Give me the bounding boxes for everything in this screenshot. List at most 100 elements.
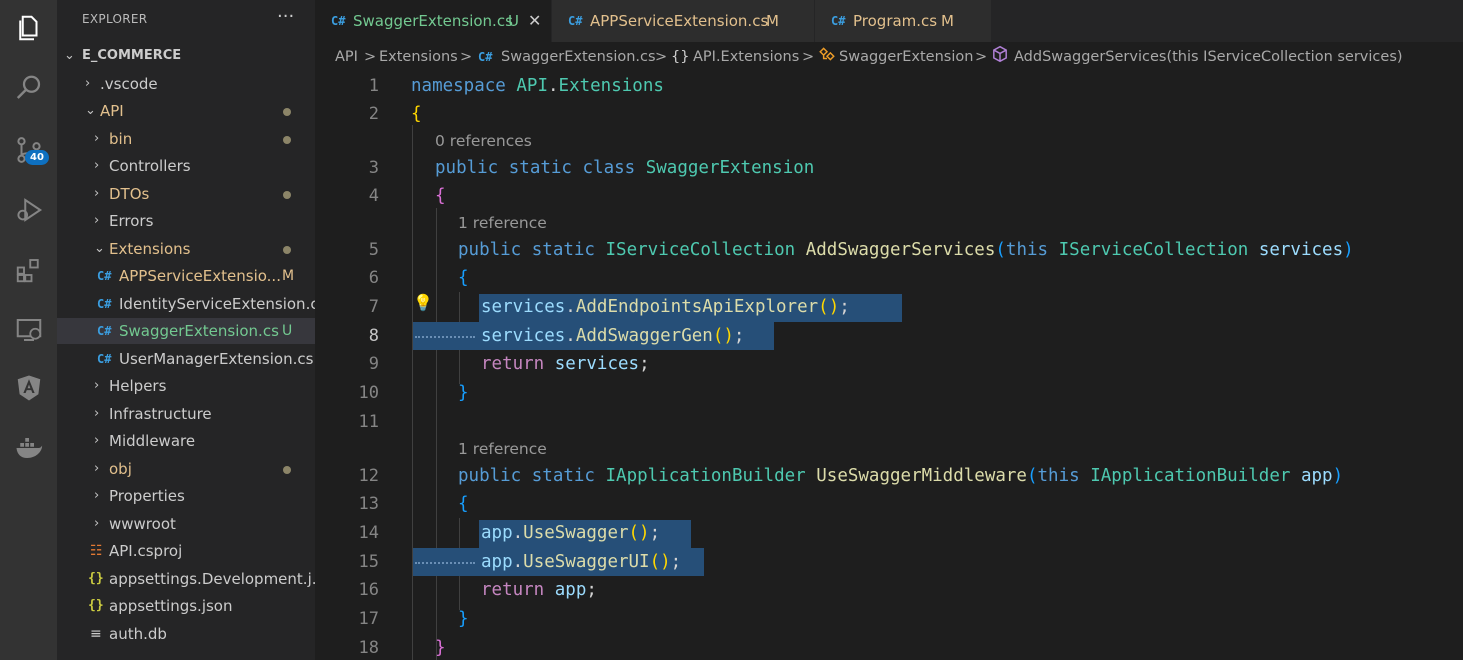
breadcrumb-item[interactable]: API.Extensions xyxy=(693,42,799,72)
tree-item-bin[interactable]: › bin xyxy=(57,126,315,152)
tree-item-infrastructure[interactable]: › Infrastructure xyxy=(57,401,315,427)
tree-item-swaggerextension[interactable]: C# SwaggerExtension.cs U xyxy=(57,318,315,344)
codelens-references[interactable]: 0 references xyxy=(435,129,532,153)
tab-appserviceextension[interactable]: C# APPServiceExtension.cs M xyxy=(552,0,815,42)
chevron-right-icon: › xyxy=(94,461,100,476)
code-line: public static IServiceCollection AddSwag… xyxy=(458,240,1354,260)
tree-item-properties[interactable]: › Properties xyxy=(57,483,315,509)
tab-swaggerextension[interactable]: C# SwaggerExtension.cs U ✕ xyxy=(315,0,552,42)
tree-item-helpers[interactable]: › Helpers xyxy=(57,373,315,399)
chevron-right-icon: › xyxy=(94,186,100,201)
tree-item-api-csproj[interactable]: ☷ API.csproj xyxy=(57,538,315,564)
tree-item-api[interactable]: ⌄ API xyxy=(57,98,315,124)
code-line: namespace API.Extensions xyxy=(411,76,664,96)
breadcrumb-item[interactable]: Extensions xyxy=(379,42,458,72)
line-number: 11 xyxy=(358,412,379,432)
code-line: { xyxy=(411,104,422,124)
line-number-current: 8 xyxy=(368,326,379,346)
chevron-right-icon: > xyxy=(975,49,988,65)
breadcrumb-item[interactable]: API xyxy=(335,42,358,72)
line-number: 2 xyxy=(368,104,379,124)
tree-item-appsettings-development[interactable]: {} appsettings.Development.j... xyxy=(57,566,326,592)
tree-item-extensions[interactable]: ⌄ Extensions xyxy=(57,236,315,262)
line-number: 16 xyxy=(358,580,379,600)
line-number: 7 xyxy=(368,297,379,317)
class-icon xyxy=(818,44,836,74)
chevron-right-icon: › xyxy=(94,433,100,448)
tree-item-errors[interactable]: › Errors xyxy=(57,208,315,234)
codelens-references[interactable]: 1 reference xyxy=(458,211,547,235)
code-line: services.AddSwaggerGen(); xyxy=(481,326,745,346)
code-line: public static IApplicationBuilder UseSwa… xyxy=(458,466,1344,486)
whitespace-dots xyxy=(415,336,475,338)
chevron-right-icon: > xyxy=(460,49,473,65)
chevron-right-icon: › xyxy=(94,158,100,173)
chevron-right-icon: > xyxy=(364,49,377,65)
chevron-down-icon: ⌄ xyxy=(94,241,105,256)
code-line: services.AddEndpointsApiExplorer(); xyxy=(481,297,850,317)
method-icon xyxy=(991,44,1009,74)
lightbulb-icon[interactable]: 💡 xyxy=(413,293,433,312)
run-debug-icon[interactable] xyxy=(0,186,57,234)
code-line: { xyxy=(458,268,469,288)
whitespace-dots xyxy=(415,562,475,564)
chevron-right-icon: > xyxy=(802,49,815,65)
chevron-right-icon: › xyxy=(94,378,100,393)
tree-item-vscode[interactable]: › .vscode xyxy=(57,71,315,97)
close-icon[interactable]: ✕ xyxy=(528,0,541,42)
tree-item-wwwroot[interactable]: › wwwroot xyxy=(57,511,315,537)
indent-guide xyxy=(436,208,437,660)
chevron-right-icon: › xyxy=(94,488,100,503)
csharp-file-icon: C# xyxy=(568,14,583,28)
remote-explorer-icon[interactable] xyxy=(0,306,57,354)
line-number: 4 xyxy=(368,186,379,206)
breadcrumb-item[interactable]: SwaggerExtension xyxy=(839,42,973,72)
breadcrumb: API > Extensions > C# SwaggerExtension.c… xyxy=(315,42,1463,72)
angular-icon[interactable] xyxy=(0,364,57,412)
tree-item-auth-db[interactable]: ≡ auth.db xyxy=(57,621,315,647)
explorer-icon[interactable] xyxy=(0,4,57,52)
tree-item-identityserviceextension[interactable]: C# IdentityServiceExtension.cs xyxy=(57,291,326,317)
git-status-modified: M xyxy=(766,12,779,30)
tree-item-obj[interactable]: › obj xyxy=(57,456,315,482)
tree-item-appsettings[interactable]: {} appsettings.json xyxy=(57,593,315,619)
breadcrumb-item[interactable]: SwaggerExtension.cs xyxy=(501,42,656,72)
modified-dot xyxy=(283,108,291,116)
chevron-down-icon: ⌄ xyxy=(85,103,96,118)
docker-icon[interactable] xyxy=(0,424,57,472)
editor-tabs: C# SwaggerExtension.cs U ✕ C# APPService… xyxy=(315,0,1463,42)
line-number: 6 xyxy=(368,268,379,288)
extensions-icon[interactable] xyxy=(0,246,57,294)
tree-item-controllers[interactable]: › Controllers xyxy=(57,153,315,179)
git-status-untracked: U xyxy=(508,12,519,30)
more-actions-button[interactable]: ··· xyxy=(277,6,294,27)
csharp-file-icon: C# xyxy=(97,352,112,366)
code-editor[interactable]: 1 2 3 4 5 6 7 8 9 10 11 12 13 14 15 16 1… xyxy=(315,72,1463,660)
line-number: 9 xyxy=(368,354,379,374)
indent-guide xyxy=(412,125,413,660)
csharp-file-icon: C# xyxy=(97,324,112,338)
tree-item-appserviceextension[interactable]: C# APPServiceExtensio... M xyxy=(57,263,315,289)
chevron-right-icon: › xyxy=(94,131,100,146)
chevron-right-icon: > xyxy=(655,49,668,65)
namespace-icon: {} xyxy=(671,49,690,65)
tree-item-dtos[interactable]: › DTOs xyxy=(57,181,315,207)
line-number: 3 xyxy=(368,158,379,178)
code-line: return app; xyxy=(481,580,597,600)
workspace-root[interactable]: ⌄ E_COMMERCE xyxy=(57,43,315,69)
explorer-title: EXPLORER xyxy=(82,12,148,26)
code-line: { xyxy=(458,494,469,514)
tab-program[interactable]: C# Program.cs M xyxy=(815,0,992,42)
tree-item-usermanagerextension[interactable]: C# UserManagerExtension.cs xyxy=(57,346,315,372)
search-icon[interactable] xyxy=(0,64,57,112)
code-line: { xyxy=(435,186,446,206)
activity-bar: 40 xyxy=(0,0,57,660)
modified-dot xyxy=(283,136,291,144)
line-number: 5 xyxy=(368,240,379,260)
codelens-references[interactable]: 1 reference xyxy=(458,437,547,461)
breadcrumb-item[interactable]: AddSwaggerServices(this IServiceCollecti… xyxy=(1014,42,1403,72)
csharp-file-icon: C# xyxy=(97,269,112,283)
chevron-down-icon: ⌄ xyxy=(64,48,75,63)
modified-dot xyxy=(283,191,291,199)
tree-item-middleware[interactable]: › Middleware xyxy=(57,428,315,454)
